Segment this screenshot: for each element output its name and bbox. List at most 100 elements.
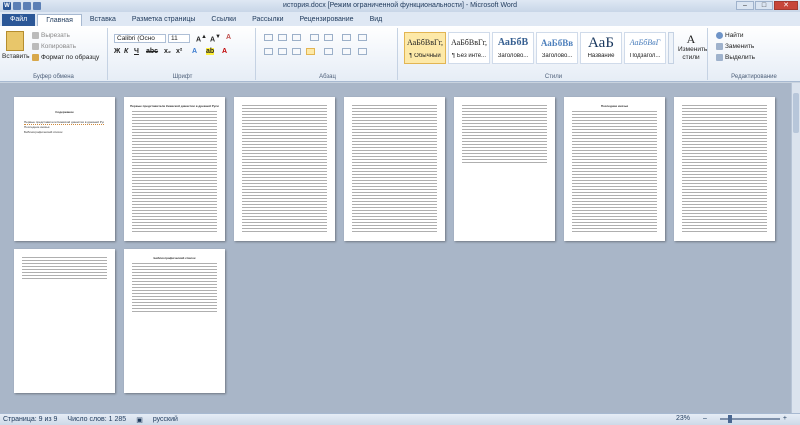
style-title[interactable]: АаБ Название: [580, 32, 622, 64]
editing-group-label: Редактирование: [731, 74, 777, 80]
styles-group-label: Стили: [544, 74, 563, 80]
title-bar: W история.docx [Режим ограниченной функц…: [0, 0, 800, 12]
toc-item-2: Последние князья: [24, 126, 50, 129]
text-block: [572, 111, 657, 233]
bold-button[interactable]: Ж: [114, 48, 120, 55]
search-icon: [716, 32, 723, 39]
section-heading: Библиографический список: [153, 257, 196, 260]
page-2[interactable]: Первые представители Киевской династии в…: [124, 97, 225, 241]
tab-view[interactable]: Вид: [362, 14, 391, 26]
text-block: [352, 105, 437, 233]
tab-insert[interactable]: Вставка: [82, 14, 124, 26]
font-name-select[interactable]: Calibri (Осно: [114, 34, 166, 43]
tab-home[interactable]: Главная: [37, 14, 82, 26]
cut-button[interactable]: Вырезать: [32, 32, 70, 39]
page-5[interactable]: [454, 97, 555, 241]
toc-leader: [24, 124, 104, 125]
minimize-button[interactable]: –: [736, 1, 754, 10]
bullets-icon[interactable]: [264, 34, 273, 41]
align-left-icon[interactable]: [264, 48, 273, 55]
clear-format-icon[interactable]: A: [226, 34, 231, 41]
close-button[interactable]: ✕: [774, 1, 798, 10]
page-indicator[interactable]: Страница: 9 из 9: [3, 416, 57, 423]
text-block: [242, 105, 327, 233]
shading-icon[interactable]: [342, 48, 351, 55]
page-8[interactable]: [14, 249, 115, 393]
style-subtitle[interactable]: АаБбВвГ Подзагол...: [624, 32, 666, 64]
decrease-indent-icon[interactable]: [310, 34, 319, 41]
line-spacing-icon[interactable]: [324, 48, 333, 55]
page-7[interactable]: [674, 97, 775, 241]
page-9[interactable]: Библиографический список: [124, 249, 225, 393]
subscript-button[interactable]: x₂: [164, 48, 171, 55]
sort-icon[interactable]: [342, 34, 351, 41]
styles-group: АаБбВвГг, ¶ Обычный АаБбВвГг, ¶ Без инте…: [400, 28, 708, 80]
page-1[interactable]: Содержание Первые представители Киевской…: [14, 97, 115, 241]
superscript-button[interactable]: x²: [176, 48, 182, 55]
tab-review[interactable]: Рецензирование: [292, 14, 362, 26]
document-area[interactable]: Содержание Первые представители Киевской…: [0, 83, 791, 413]
tab-file[interactable]: Файл: [2, 14, 36, 26]
select-icon: [716, 54, 723, 61]
page-4[interactable]: [344, 97, 445, 241]
strikethrough-button[interactable]: abc: [146, 48, 158, 55]
align-right-icon[interactable]: [292, 48, 301, 55]
clipboard-group: Вставить Вырезать Копировать Формат по о…: [0, 28, 108, 80]
scrollbar-thumb[interactable]: [793, 93, 799, 133]
style-heading-2[interactable]: АаБбВв Заголово...: [536, 32, 578, 64]
paste-icon[interactable]: [6, 31, 24, 51]
maximize-button[interactable]: □: [755, 1, 773, 10]
underline-button[interactable]: Ч: [134, 48, 139, 55]
zoom-slider[interactable]: [719, 414, 780, 423]
zoom-slider-knob[interactable]: [727, 414, 732, 423]
numbering-icon[interactable]: [278, 34, 287, 41]
paragraph-group: Абзац: [258, 28, 398, 80]
ribbon-tabs: Файл Главная Вставка Разметка страницы С…: [0, 12, 800, 26]
align-center-icon[interactable]: [278, 48, 287, 55]
style-no-spacing[interactable]: АаБбВвГг, ¶ Без инте...: [448, 32, 490, 64]
section-heading: Последние князья: [600, 105, 629, 108]
style-heading-1[interactable]: АаБбВ Заголово...: [492, 32, 534, 64]
clipboard-group-label: Буфер обмена: [33, 74, 74, 80]
text-block: [132, 263, 217, 313]
proofing-icon[interactable]: ▣: [136, 416, 143, 424]
scissors-icon: [32, 32, 39, 39]
select-button[interactable]: Выделить: [716, 54, 755, 61]
tab-mailings[interactable]: Рассылки: [244, 14, 291, 26]
grow-font-button[interactable]: A▲: [196, 34, 207, 43]
ribbon: Вставить Вырезать Копировать Формат по о…: [0, 26, 800, 82]
justify-icon[interactable]: [306, 48, 315, 55]
change-styles-button[interactable]: A Изменить стили: [678, 32, 707, 62]
zoom-out-button[interactable]: –: [703, 415, 707, 422]
font-size-select[interactable]: 11: [168, 34, 190, 43]
page-3[interactable]: [234, 97, 335, 241]
section-heading: Первые представители Киевской династии в…: [130, 105, 219, 108]
vertical-scrollbar[interactable]: [791, 83, 800, 413]
paragraph-group-label: Абзац: [319, 74, 336, 80]
highlight-icon[interactable]: ab: [206, 48, 215, 55]
styles-scroll[interactable]: [668, 32, 674, 64]
increase-indent-icon[interactable]: [324, 34, 333, 41]
zoom-in-button[interactable]: +: [783, 415, 787, 422]
multilevel-list-icon[interactable]: [292, 34, 301, 41]
window-title: история.docx [Режим ограниченной функцио…: [282, 2, 518, 9]
format-painter-button[interactable]: Формат по образцу: [32, 54, 99, 61]
borders-icon[interactable]: [358, 48, 367, 55]
font-color-icon[interactable]: A: [222, 48, 227, 55]
zoom-level[interactable]: 23%: [676, 415, 690, 422]
change-styles-icon: A: [686, 32, 696, 46]
style-normal[interactable]: АаБбВвГг, ¶ Обычный: [404, 32, 446, 64]
shrink-font-button[interactable]: A▼: [210, 34, 221, 43]
show-formatting-icon[interactable]: [358, 34, 367, 41]
find-button[interactable]: Найти: [716, 32, 744, 39]
paste-button[interactable]: Вставить: [2, 53, 30, 60]
word-count[interactable]: Число слов: 1 285: [67, 416, 126, 423]
replace-button[interactable]: Заменить: [716, 43, 754, 50]
copy-button[interactable]: Копировать: [32, 43, 76, 50]
tab-references[interactable]: Ссылки: [203, 14, 244, 26]
italic-button[interactable]: К: [124, 48, 128, 55]
page-6[interactable]: Последние князья: [564, 97, 665, 241]
tab-page-layout[interactable]: Разметка страницы: [124, 14, 204, 26]
text-effects-icon[interactable]: A: [192, 48, 197, 55]
language-indicator[interactable]: русский: [153, 416, 178, 423]
